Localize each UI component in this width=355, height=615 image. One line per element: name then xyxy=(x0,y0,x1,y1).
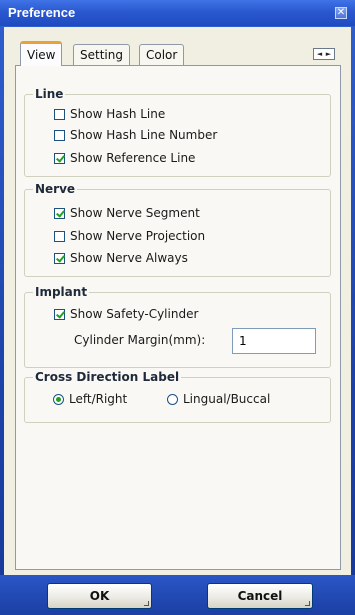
show-hash-line-number-label: Show Hash Line Number xyxy=(70,128,218,142)
line-group-title: Line xyxy=(33,87,66,101)
show-hash-line-box[interactable] xyxy=(54,109,65,120)
nerve-group-title: Nerve xyxy=(33,182,78,196)
show-hash-line-label: Show Hash Line xyxy=(70,107,166,121)
left-right-radio-dot[interactable] xyxy=(53,394,64,405)
show-nerve-projection-box[interactable] xyxy=(54,231,65,242)
tab-scroll-right-icon[interactable]: ► xyxy=(324,49,333,59)
tab-scroll-buttons[interactable]: ◄ ► xyxy=(313,48,335,60)
left-right-label: Left/Right xyxy=(69,392,128,406)
show-nerve-segment-box[interactable] xyxy=(54,208,65,219)
show-reference-line-label: Show Reference Line xyxy=(70,151,196,165)
cross-direction-group-title: Cross Direction Label xyxy=(33,370,182,384)
tab-setting[interactable]: Setting xyxy=(73,44,130,65)
show-nerve-segment-label: Show Nerve Segment xyxy=(70,206,200,220)
implant-group-title: Implant xyxy=(33,285,90,299)
ok-button[interactable]: OK xyxy=(47,583,152,609)
show-reference-line-box[interactable] xyxy=(54,153,65,164)
tab-view-label: View xyxy=(27,48,56,62)
tab-view[interactable]: View xyxy=(20,41,63,66)
show-nerve-always-box[interactable] xyxy=(54,253,65,264)
preference-window: Preference ✕ View Setting Color ◄ ► Line … xyxy=(0,0,355,615)
cancel-button[interactable]: Cancel xyxy=(207,583,313,609)
lingual-buccal-radio-dot[interactable] xyxy=(167,394,178,405)
show-safety-cylinder-label: Show Safety-Cylinder xyxy=(70,307,199,321)
show-nerve-projection-label: Show Nerve Projection xyxy=(70,229,206,243)
close-button[interactable]: ✕ xyxy=(335,7,347,19)
tab-scroll-left-icon[interactable]: ◄ xyxy=(315,49,324,59)
tab-color-label: Color xyxy=(146,48,178,62)
cylinder-margin-input[interactable] xyxy=(232,328,316,354)
title-bar[interactable]: Preference ✕ xyxy=(0,0,355,26)
tab-setting-label: Setting xyxy=(80,48,123,62)
show-nerve-always-label: Show Nerve Always xyxy=(70,251,188,265)
window-title: Preference xyxy=(8,5,76,20)
lingual-buccal-label: Lingual/Buccal xyxy=(183,392,271,406)
cylinder-margin-label: Cylinder Margin(mm): xyxy=(74,333,206,347)
show-hash-line-number-box[interactable] xyxy=(54,130,65,141)
show-safety-cylinder-box[interactable] xyxy=(54,309,65,320)
tab-color[interactable]: Color xyxy=(139,44,185,65)
